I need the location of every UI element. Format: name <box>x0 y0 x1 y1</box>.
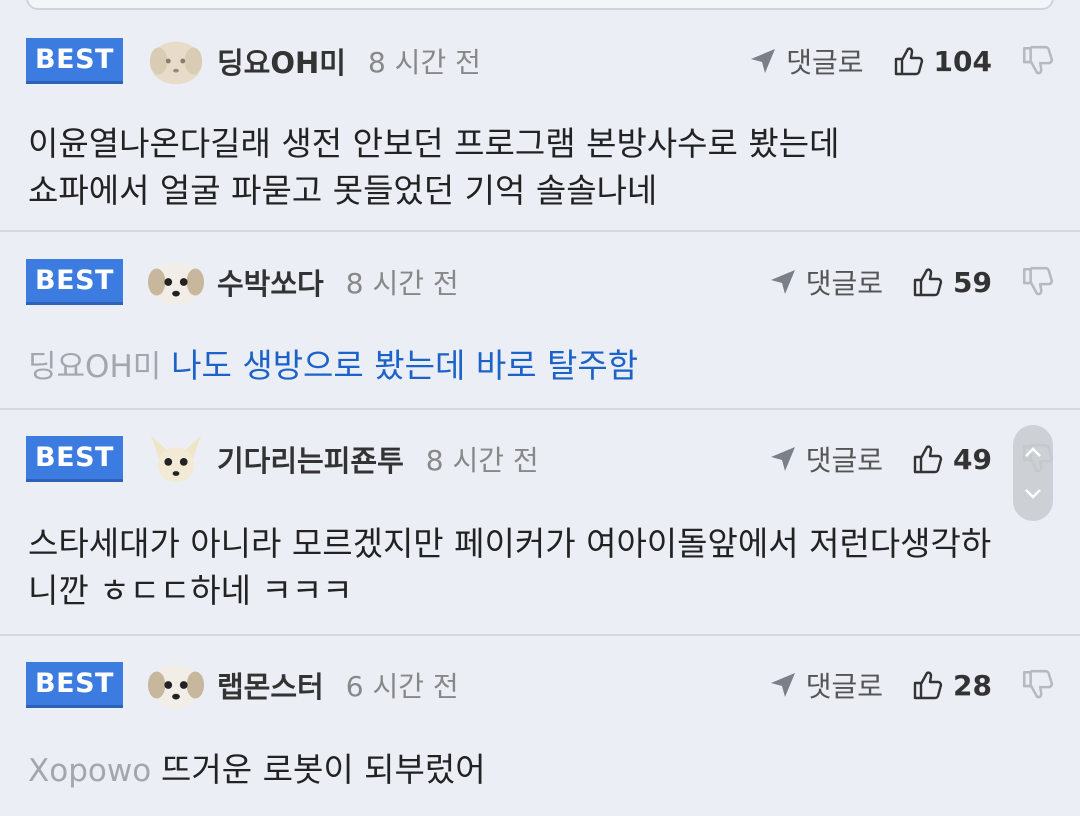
comment-body: Xopowo 뜨거운 로봇이 되부렀어 <box>28 746 1054 795</box>
comment-text-line: 이윤열나온다길래 생전 안보던 프로그램 본방사수로 봤는데 <box>28 124 840 163</box>
chihuahua-avatar-icon[interactable] <box>147 430 205 488</box>
reply-button[interactable]: 댓글로 <box>768 439 883 479</box>
like-button[interactable]: 59 <box>911 266 992 299</box>
reply-button[interactable]: 댓글로 <box>748 41 864 81</box>
thumbs-down-icon[interactable] <box>1020 668 1054 702</box>
reply-label: 댓글로 <box>805 444 884 477</box>
comment-text-line: 니깐 ㅎㄷㄷ하네 ㅋㅋㅋ <box>28 571 353 610</box>
like-count: 49 <box>953 442 992 476</box>
chevron-up-icon[interactable] <box>1022 442 1044 464</box>
comment-time: 8 시간 전 <box>425 444 539 477</box>
dog-avatar-icon[interactable] <box>147 656 205 714</box>
like-count: 59 <box>953 265 992 299</box>
comment-time: 6 시간 전 <box>345 670 459 703</box>
like-button[interactable]: 104 <box>892 45 992 78</box>
reply-label: 댓글로 <box>786 46 864 79</box>
comment-actions: 댓글로 49 <box>768 434 1054 484</box>
thumbs-up-icon <box>913 445 943 474</box>
thumbs-up-icon <box>913 268 943 297</box>
best-badge: BEST <box>26 436 123 482</box>
like-count: 104 <box>933 44 992 78</box>
comment-nickname[interactable]: 수박쏘다 <box>217 261 324 303</box>
thumbs-up-icon <box>894 47 923 76</box>
reply-mention[interactable]: Xopowo <box>28 753 161 789</box>
comment-item: BEST 기다리는피죤투 8 시간 전 댓글로 49 스타세대가 아니라 모르겠… <box>0 410 1080 636</box>
like-button[interactable]: 49 <box>911 443 992 476</box>
reply-button[interactable]: 댓글로 <box>768 262 883 302</box>
best-badge: BEST <box>26 662 123 708</box>
reply-mention[interactable]: 딩요OH미 <box>28 349 171 385</box>
comment-body: 스타세대가 아니라 모르겠지만 페이커가 여아이돌앞에서 저런다생각하 니깐 ㅎ… <box>28 520 1054 614</box>
comment-nickname[interactable]: 딩요OH미 <box>217 40 346 82</box>
comment-item: BEST 랩몬스터 6 시간 전 댓글로 28 Xopowo 뜨거운 로봇이 되… <box>0 636 1080 816</box>
comment-header: BEST 랩몬스터 6 시간 전 <box>26 660 459 710</box>
dog-avatar-icon[interactable] <box>147 32 205 90</box>
comment-text-line: 쇼파에서 얼굴 파묻고 못들었던 기억 솔솔나네 <box>28 171 658 210</box>
comment-actions: 댓글로 104 <box>748 36 1054 86</box>
comment-body: 딩요OH미 나도 생방으로 봤는데 바로 탈주함 <box>28 342 1054 391</box>
comment-text-line: 나도 생방으로 봤는데 바로 탈주함 <box>171 346 639 385</box>
reply-label: 댓글로 <box>805 267 884 300</box>
thumbs-down-icon[interactable] <box>1020 265 1054 299</box>
comment-header: BEST 딩요OH미 8 시간 전 <box>26 36 481 86</box>
previous-item-box <box>26 0 1054 10</box>
reply-arrow-icon <box>770 673 795 697</box>
dog-avatar-icon[interactable] <box>147 253 205 311</box>
comment-item: BEST 딩요OH미 8 시간 전 댓글로 104 이윤열나온다길래 생전 안보… <box>0 12 1080 232</box>
reply-arrow-icon <box>770 270 795 294</box>
reply-label: 댓글로 <box>805 670 884 703</box>
comment-header: BEST 수박쏘다 8 시간 전 <box>26 257 459 307</box>
comment-time: 8 시간 전 <box>345 267 459 300</box>
reply-arrow-icon <box>751 49 776 73</box>
comment-actions: 댓글로 28 <box>768 660 1054 710</box>
like-count: 28 <box>953 668 992 702</box>
comment-header: BEST 기다리는피죤투 8 시간 전 <box>26 434 539 484</box>
thumbs-up-icon <box>913 671 943 700</box>
comment-time: 8 시간 전 <box>367 46 481 79</box>
best-badge: BEST <box>26 259 123 305</box>
scroll-nav-pill[interactable] <box>1013 425 1053 521</box>
comment-nickname[interactable]: 기다리는피죤투 <box>217 438 404 480</box>
chevron-down-icon[interactable] <box>1022 482 1044 504</box>
comment-text-line: 스타세대가 아니라 모르겠지만 페이커가 여아이돌앞에서 저런다생각하 <box>28 524 992 563</box>
comment-text-line: 뜨거운 로봇이 되부렀어 <box>161 750 486 789</box>
comment-nickname[interactable]: 랩몬스터 <box>217 664 324 706</box>
comment-actions: 댓글로 59 <box>768 257 1054 307</box>
reply-arrow-icon <box>770 447 795 471</box>
comment-body: 이윤열나온다길래 생전 안보던 프로그램 본방사수로 봤는데 쇼파에서 얼굴 파… <box>28 120 1054 214</box>
comment-item: BEST 수박쏘다 8 시간 전 댓글로 59 딩요OH미 나도 생방으로 봤는… <box>0 232 1080 410</box>
best-badge: BEST <box>26 38 123 84</box>
like-button[interactable]: 28 <box>911 669 992 702</box>
reply-button[interactable]: 댓글로 <box>768 665 883 705</box>
thumbs-down-icon[interactable] <box>1020 44 1054 78</box>
